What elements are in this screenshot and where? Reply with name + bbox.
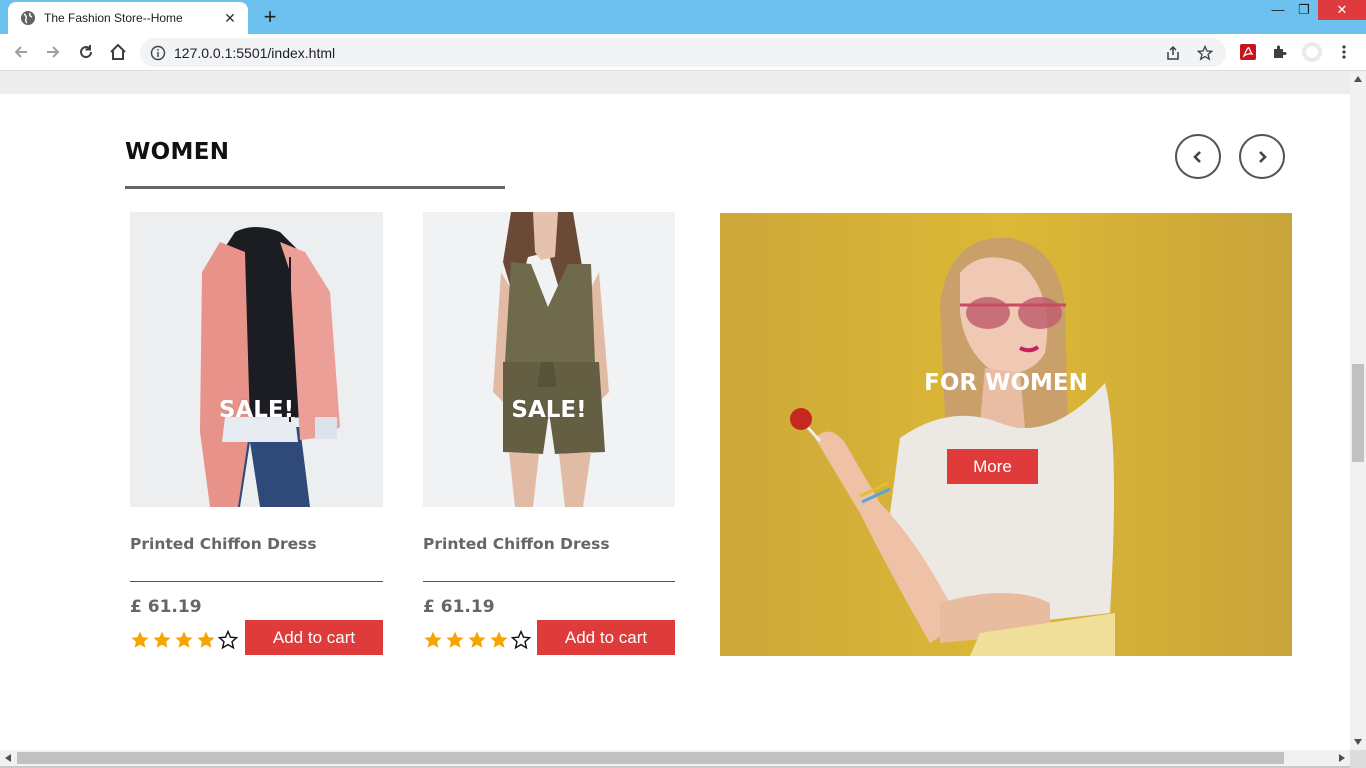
- profile-button[interactable]: [1301, 41, 1323, 63]
- home-icon: [110, 43, 126, 60]
- star-empty-icon: [218, 630, 238, 650]
- product-price: £ 61.19: [423, 597, 495, 617]
- url-text[interactable]: 127.0.0.1:5501/index.html: [174, 45, 1162, 61]
- chevron-left-icon: [1193, 150, 1201, 163]
- product-card[interactable]: SALE! Printed Chiffon Dress £ 61.19 Add …: [130, 212, 383, 655]
- browser-titlebar: The Fashion Store--Home ✕ + — ❐ ✕: [0, 0, 1366, 34]
- new-tab-button[interactable]: +: [258, 6, 282, 28]
- product-photo-olive-romper: [423, 212, 675, 507]
- banner-photo-woman-sunglasses: [720, 213, 1292, 656]
- share-button[interactable]: [1162, 42, 1184, 64]
- carousel-prev-button[interactable]: [1175, 134, 1221, 179]
- horizontal-scrollbar[interactable]: [0, 750, 1350, 766]
- product-image[interactable]: SALE!: [130, 212, 383, 507]
- sale-badge: SALE!: [218, 397, 295, 423]
- pdf-extension-icon: [1240, 44, 1256, 60]
- section-title: WOMEN: [125, 139, 230, 165]
- scroll-down-arrow-icon[interactable]: [1350, 734, 1366, 750]
- star-filled-icon: [446, 631, 464, 648]
- globe-icon: [21, 11, 35, 25]
- star-empty-icon: [511, 630, 531, 650]
- profile-icon: [1302, 42, 1322, 62]
- scroll-left-arrow-icon[interactable]: [0, 750, 16, 766]
- tab-title: The Fashion Store--Home: [44, 11, 183, 25]
- minimize-button[interactable]: —: [1264, 0, 1292, 20]
- info-icon[interactable]: [150, 45, 166, 61]
- close-window-button[interactable]: ✕: [1318, 0, 1366, 20]
- star-filled-icon: [175, 631, 193, 648]
- close-tab-icon[interactable]: ✕: [222, 10, 238, 26]
- product-name[interactable]: Printed Chiffon Dress: [423, 535, 610, 553]
- address-bar[interactable]: 127.0.0.1:5501/index.html: [140, 38, 1226, 67]
- product-name[interactable]: Printed Chiffon Dress: [130, 535, 317, 553]
- vertical-scroll-thumb[interactable]: [1352, 364, 1364, 462]
- kebab-menu-icon: [1342, 45, 1346, 59]
- star-filled-icon: [153, 631, 171, 648]
- product-photo-pink-coat: [130, 212, 383, 507]
- star-filled-icon: [424, 631, 442, 648]
- restore-button[interactable]: ❐: [1290, 0, 1318, 20]
- browser-toolbar: 127.0.0.1:5501/index.html: [0, 34, 1366, 71]
- rating-stars: [423, 630, 531, 650]
- forward-button[interactable]: [42, 41, 64, 63]
- previous-section-strip: [0, 71, 1350, 94]
- scroll-up-arrow-icon[interactable]: [1350, 71, 1366, 87]
- banner-title: FOR WOMEN: [924, 370, 1088, 396]
- star-icon: [1197, 44, 1213, 61]
- share-icon: [1167, 45, 1179, 60]
- add-to-cart-button[interactable]: Add to cart: [245, 620, 383, 655]
- promo-banner[interactable]: FOR WOMEN More: [720, 213, 1292, 656]
- carousel-next-button[interactable]: [1239, 134, 1285, 179]
- add-to-cart-button[interactable]: Add to cart: [537, 620, 675, 655]
- star-filled-icon: [490, 631, 508, 648]
- bookmark-button[interactable]: [1194, 42, 1216, 64]
- home-button[interactable]: [107, 41, 129, 63]
- arrow-right-icon: [47, 46, 60, 58]
- star-filled-icon: [197, 631, 215, 648]
- reload-icon: [80, 45, 93, 59]
- vertical-scrollbar[interactable]: [1350, 71, 1366, 750]
- card-divider: [130, 581, 383, 582]
- horizontal-scroll-thumb[interactable]: [17, 752, 1284, 764]
- scroll-right-arrow-icon[interactable]: [1334, 750, 1350, 766]
- browser-menu-button[interactable]: [1333, 41, 1355, 63]
- section-underline: [125, 186, 505, 189]
- reload-button[interactable]: [75, 41, 97, 63]
- star-filled-icon: [468, 631, 486, 648]
- rating-stars: [130, 630, 238, 650]
- more-button[interactable]: More: [947, 449, 1038, 484]
- puzzle-icon: [1274, 45, 1287, 58]
- back-button[interactable]: [10, 41, 32, 63]
- product-card[interactable]: SALE! Printed Chiffon Dress £ 61.19 Add …: [423, 212, 675, 655]
- browser-tab[interactable]: The Fashion Store--Home ✕: [8, 2, 248, 34]
- arrow-left-icon: [14, 46, 27, 58]
- pdf-extension-button[interactable]: [1237, 41, 1259, 63]
- card-divider: [423, 581, 675, 582]
- page-viewport: WOMEN SALE! Printed Chiffon Dress £ 61.1…: [0, 71, 1350, 750]
- extensions-button[interactable]: [1269, 41, 1291, 63]
- product-price: £ 61.19: [130, 597, 202, 617]
- sale-badge: SALE!: [511, 397, 587, 423]
- star-filled-icon: [131, 631, 149, 648]
- scrollbar-corner: [1350, 750, 1366, 768]
- chevron-right-icon: [1259, 150, 1267, 163]
- product-image[interactable]: SALE!: [423, 212, 675, 507]
